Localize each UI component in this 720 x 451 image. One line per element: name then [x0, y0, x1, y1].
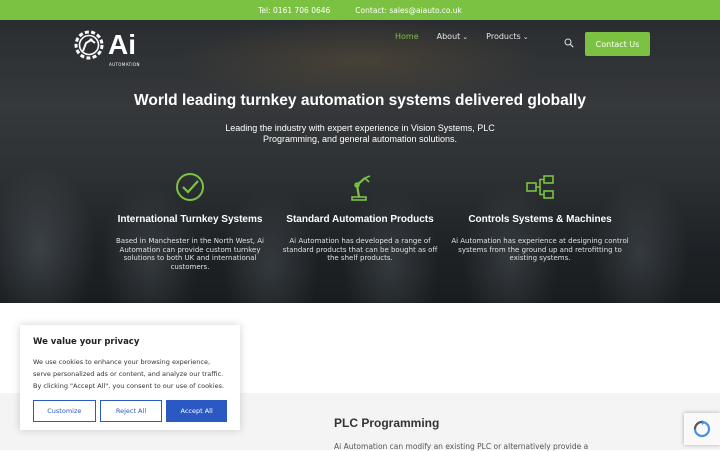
- feature-body: Ai Automation has experience at designin…: [451, 237, 629, 262]
- gear-robot-icon: [74, 30, 104, 60]
- reject-all-button[interactable]: Reject All: [99, 400, 163, 422]
- phone-link[interactable]: Tel: 0161 706 0646: [258, 6, 330, 15]
- nav-item-products[interactable]: Products ⌄: [486, 32, 528, 41]
- search-icon[interactable]: [564, 38, 574, 48]
- feature-title: Controls Systems & Machines: [468, 214, 612, 225]
- cookie-consent-dialog: We value your privacy We use cookies to …: [20, 325, 240, 430]
- feature-controls: Controls Systems & Machines Ai Automatio…: [440, 172, 640, 263]
- logo-subtext: AUTOMATION: [109, 62, 140, 67]
- recaptcha-badge[interactable]: [684, 413, 720, 445]
- section-title: PLC Programming: [334, 416, 440, 430]
- feature-title: Standard Automation Products: [286, 214, 434, 225]
- contact-us-button[interactable]: Contact Us: [585, 32, 650, 56]
- feature-body: Based in Manchester in the North West, A…: [116, 237, 264, 271]
- chevron-down-icon: ⌄: [522, 33, 529, 41]
- cookie-buttons: Customize Reject All Accept All: [33, 400, 228, 422]
- email-link[interactable]: Contact: sales@aiauto.co.uk: [355, 6, 462, 15]
- chevron-down-icon: ⌄: [462, 33, 469, 41]
- feature-title: International Turnkey Systems: [117, 214, 263, 225]
- recaptcha-icon: [693, 420, 711, 438]
- hero-subtitle: Leading the industry with expert experie…: [225, 123, 495, 144]
- logo-text: Ai: [108, 29, 136, 60]
- hero-section: Ai AUTOMATION Home About ⌄ Products ⌄ Cont…: [0, 20, 720, 303]
- feature-products: Standard Automation Products Ai Automati…: [270, 172, 450, 263]
- cookie-text: We use cookies to enhance your browsing …: [33, 358, 225, 390]
- nav-item-label: About: [436, 32, 461, 41]
- hero-title: World leading turnkey automation systems…: [134, 92, 586, 109]
- top-contact-bar: Tel: 0161 706 0646 Contact: sales@aiauto…: [0, 0, 720, 20]
- site-logo[interactable]: Ai AUTOMATION: [72, 28, 140, 67]
- feature-body: Ai Automation has developed a range of s…: [282, 237, 438, 262]
- nav-item-label: Products: [486, 32, 521, 41]
- main-nav: Home About ⌄ Products ⌄: [395, 32, 529, 41]
- check-circle-icon: [176, 173, 204, 201]
- flowchart-icon: [526, 175, 554, 199]
- nav-item-home[interactable]: Home: [395, 32, 419, 41]
- nav-item-about[interactable]: About ⌄: [437, 32, 469, 41]
- cookie-title: We value your privacy: [33, 337, 140, 347]
- robot-arm-icon: [351, 175, 371, 201]
- accept-all-button[interactable]: Accept All: [166, 400, 228, 422]
- feature-turnkey: International Turnkey Systems Based in M…: [100, 172, 280, 271]
- customize-button[interactable]: Customize: [33, 400, 96, 422]
